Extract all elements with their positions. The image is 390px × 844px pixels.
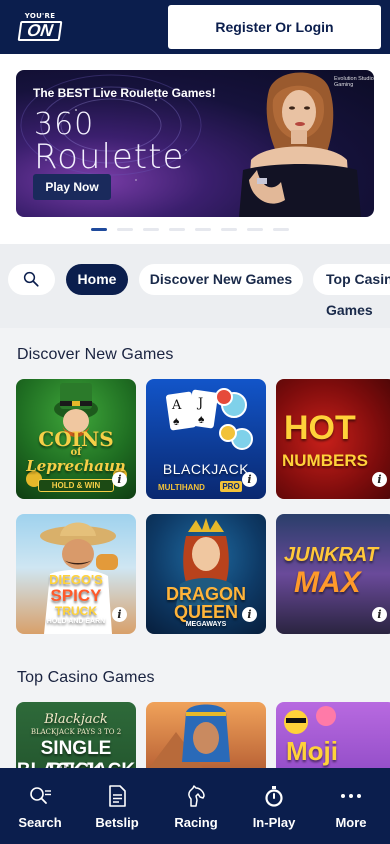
nav-in-play-label: In-Play <box>252 815 296 830</box>
category-chips: Home Discover New Games Top Casino Games <box>0 244 390 328</box>
info-icon[interactable]: i <box>242 607 257 622</box>
betslip-icon <box>109 785 126 807</box>
game-title-line1: JUNKRAT <box>284 544 379 566</box>
stopwatch-icon <box>265 786 283 807</box>
page: YOU'RE ON Register Or Login The BEST Liv… <box>0 0 390 844</box>
bottom-navigation: Search Betslip Racing In-Play More <box>0 768 390 844</box>
info-icon[interactable]: i <box>242 472 257 487</box>
svg-text:♠: ♠ <box>173 414 180 428</box>
game-title-line1: Blackjack <box>44 712 108 727</box>
game-tile-junkrat-max[interactable]: JUNKRAT MAX i <box>276 514 390 634</box>
chip-top-casino-games[interactable]: Top Casino Games <box>313 264 390 318</box>
carousel-dot[interactable] <box>221 228 237 231</box>
carousel-dot[interactable] <box>143 228 159 231</box>
nav-betslip[interactable]: Betslip <box>78 768 156 844</box>
nav-search-label: Search <box>18 815 62 830</box>
svg-text:♠: ♠ <box>198 412 205 426</box>
game-title-line1: Moji <box>286 736 338 766</box>
hero-title-line1: 360 <box>34 107 95 142</box>
chip-discover-new-games[interactable]: Discover New Games <box>139 264 303 295</box>
nav-more[interactable]: More <box>312 768 390 844</box>
info-icon[interactable]: i <box>372 472 387 487</box>
carousel-dot[interactable] <box>195 228 211 231</box>
game-title-line2: BLACKJACK PAYS 3 TO 2 <box>30 728 122 736</box>
nav-more-label: More <box>335 815 367 830</box>
game-tile-hot-numbers[interactable]: HOT NUMBERS i <box>276 379 390 499</box>
chip-search[interactable] <box>8 264 55 295</box>
game-title-line1: DIEGO'S <box>49 572 103 587</box>
carousel-dot[interactable] <box>273 228 289 231</box>
logo-top-text: YOU'RE <box>24 12 56 20</box>
brand-logo[interactable]: YOU'RE ON <box>17 12 63 42</box>
carousel-dot[interactable] <box>169 228 185 231</box>
hero-title: 360 Roulette <box>34 107 214 177</box>
search-icon <box>23 271 39 287</box>
carousel-dot[interactable] <box>247 228 263 231</box>
svg-text:A: A <box>171 398 182 413</box>
game-tile-diegos-spicy-truck[interactable]: DIEGO'S SPICY TRUCK HOLD AND EARN i <box>16 514 136 634</box>
info-icon[interactable]: i <box>372 607 387 622</box>
game-title-line2: SPICY <box>50 586 102 605</box>
info-icon[interactable]: i <box>112 472 127 487</box>
top-casino-section-title: Top Casino Games <box>17 669 155 686</box>
hero-title-line2: Roulette <box>34 137 185 177</box>
hero-brand-text: Evolution Studio Gaming <box>334 76 374 88</box>
game-badge-pro: PRO <box>220 481 242 492</box>
game-badge: HOLD & WIN <box>38 479 114 492</box>
register-login-button[interactable]: Register Or Login <box>168 5 381 49</box>
nav-in-play[interactable]: In-Play <box>235 768 313 844</box>
carousel-dot[interactable] <box>117 228 133 231</box>
hero-section: The BEST Live Roulette Games! 360 Roulet… <box>0 54 390 244</box>
game-tile-coins-of-leprechaun[interactable]: COINS of Leprechaun HOLD & WIN i <box>16 379 136 499</box>
carousel-dots <box>91 228 291 232</box>
hero-tagline: The BEST Live Roulette Games! <box>33 86 216 100</box>
game-title-line1: HOT <box>284 409 356 447</box>
game-title-line2: MAX <box>294 566 361 599</box>
nav-search[interactable]: Search <box>1 768 79 844</box>
game-badge: MEGAWAYS <box>185 621 227 628</box>
game-badge: MULTIHAND <box>158 483 205 492</box>
carousel-dot-active[interactable] <box>91 228 107 231</box>
hero-dealer-image <box>239 72 361 217</box>
header: YOU'RE ON Register Or Login <box>0 0 390 54</box>
chip-home[interactable]: Home <box>66 264 128 295</box>
logo-main-text: ON <box>17 21 63 41</box>
hero-banner[interactable]: The BEST Live Roulette Games! 360 Roulet… <box>16 70 374 217</box>
nav-racing[interactable]: Racing <box>157 768 235 844</box>
more-dots-icon <box>341 794 361 798</box>
nav-betslip-label: Betslip <box>95 815 139 830</box>
game-tile-blackjack-multihand[interactable]: A ♠ J ♠ BLACKJACK MULTIHAND PRO i <box>146 379 266 499</box>
svg-text:J: J <box>196 396 203 411</box>
game-title-line2: NUMBERS <box>282 451 368 470</box>
discover-section-title: Discover New Games <box>17 346 174 363</box>
search-icon <box>30 787 51 804</box>
info-icon[interactable]: i <box>112 607 127 622</box>
game-tile-dragon-queen[interactable]: DRAGON QUEEN MEGAWAYS i <box>146 514 266 634</box>
nav-racing-label: Racing <box>174 815 218 830</box>
horse-icon <box>188 785 205 807</box>
play-now-button[interactable]: Play Now <box>33 174 111 200</box>
